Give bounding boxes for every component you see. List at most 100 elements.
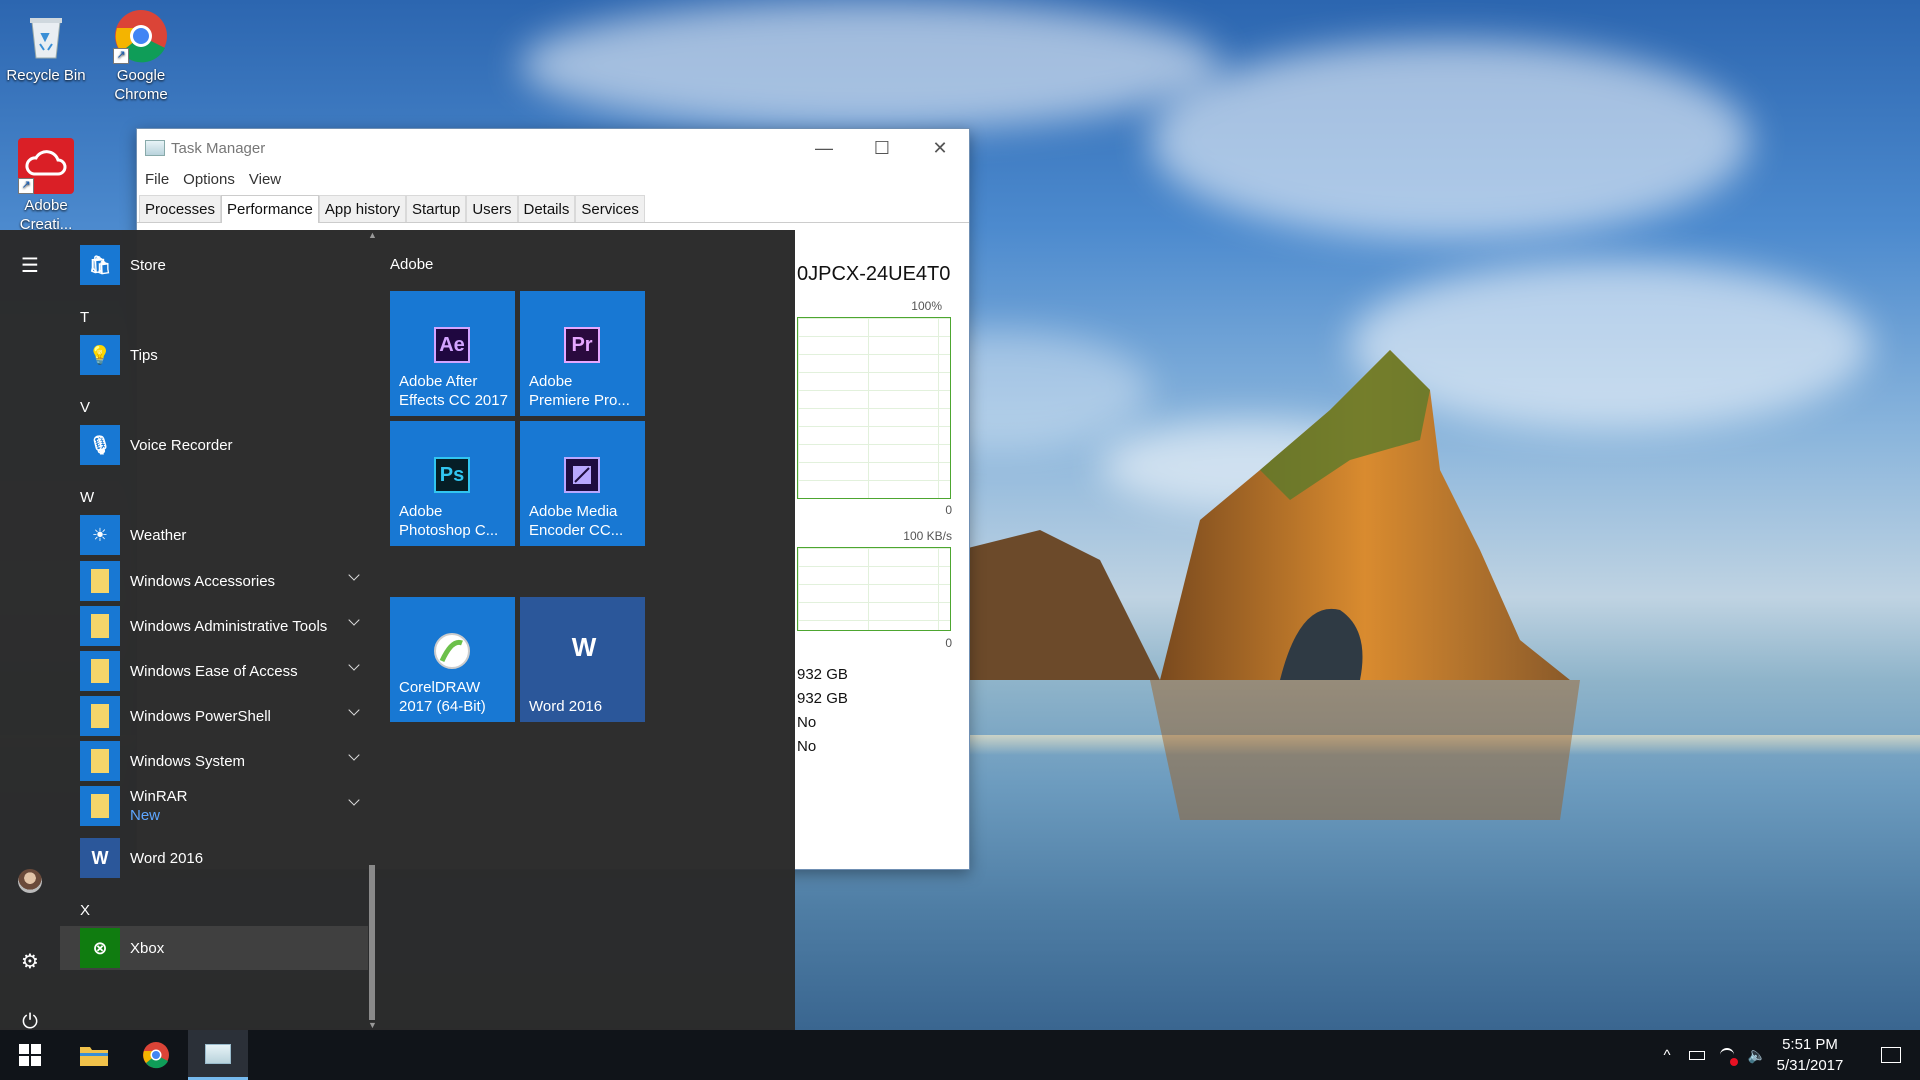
close-button[interactable]: ✕: [911, 129, 969, 167]
app-list-letter-header[interactable]: W: [80, 489, 94, 506]
start-menu[interactable]: ☰ ⚙ ⏻ 🛍 Store T 💡 Tips V 🎙 Voice Recorder W ☀ Weat…: [0, 230, 795, 1033]
app-list-item[interactable]: WinRAR New: [60, 784, 368, 828]
app-list-label: Voice Recorder: [130, 436, 233, 454]
folder-icon: [80, 606, 120, 646]
tab-users[interactable]: Users: [466, 195, 518, 222]
network-disconnected-icon[interactable]: [1712, 1048, 1742, 1066]
menu-options[interactable]: Options: [183, 171, 235, 188]
taskbar-task-manager[interactable]: [188, 1030, 248, 1080]
stat-page-file: No: [797, 738, 817, 755]
settings-gear-icon[interactable]: ⚙: [0, 939, 60, 983]
app-list-letter-header[interactable]: X: [80, 902, 90, 919]
tab-processes[interactable]: Processes: [139, 195, 222, 222]
app-list-item[interactable]: 🎙 Voice Recorder: [60, 423, 368, 467]
tab-services[interactable]: Services: [575, 195, 645, 222]
disk-model-name: 0JPCX-24UE4T0: [797, 263, 951, 285]
avatar: [18, 869, 42, 893]
taskbar-file-explorer[interactable]: [64, 1030, 124, 1080]
tile-label: Adobe: [529, 373, 573, 390]
chevron-down-icon[interactable]: [348, 659, 360, 671]
chevron-down-icon[interactable]: [348, 704, 360, 716]
app-list-item[interactable]: ☀ Weather: [60, 513, 368, 557]
menu-view[interactable]: View: [249, 171, 281, 188]
tile-label: Photoshop C...: [399, 522, 499, 539]
chevron-down-icon[interactable]: [348, 614, 360, 626]
app-list-label: WinRAR: [130, 788, 188, 805]
tile-label: Adobe: [399, 503, 443, 520]
app-list-item[interactable]: ⊗ Xbox: [60, 926, 368, 970]
app-list-item[interactable]: W Word 2016: [60, 836, 368, 880]
title-bar[interactable]: Task Manager — ☐ ✕: [137, 129, 969, 167]
new-badge: New: [130, 807, 161, 824]
app-list-letter-header[interactable]: V: [80, 399, 90, 416]
app-list-item[interactable]: 🛍 Store: [60, 243, 368, 287]
stat-formatted: 932 GB: [797, 690, 848, 707]
app-tile[interactable]: Ae Adobe After Effects CC 2017: [390, 291, 515, 416]
shortcut-arrow-icon: ↗: [113, 48, 129, 64]
maximize-button[interactable]: ☐: [853, 129, 911, 167]
folder-icon: [80, 561, 120, 601]
desktop-icon-label: Recycle Bin: [6, 67, 86, 84]
active-time-graph: [797, 317, 951, 499]
app-list-letter-header[interactable]: T: [80, 309, 89, 326]
desktop-icon-label: Google: [116, 67, 166, 84]
folder-icon: [80, 696, 120, 736]
taskbar-chrome[interactable]: [126, 1030, 186, 1080]
app-list-label: Windows Accessories: [130, 572, 276, 590]
tile-area: Adobe Ae Adobe After Effects CC 2017 Pr Adob…: [376, 230, 795, 1030]
hamburger-menu-icon[interactable]: ☰: [0, 243, 60, 287]
user-avatar[interactable]: [0, 859, 60, 903]
app-tile[interactable]: Pr Adobe Premiere Pro...: [520, 291, 645, 416]
folder-icon: [80, 786, 120, 826]
app-list-item[interactable]: Windows System: [60, 739, 368, 783]
app-list-label: Windows Administrative Tools: [130, 617, 328, 635]
tab-details[interactable]: Details: [517, 195, 576, 222]
folder-icon: [80, 651, 120, 691]
battery-icon[interactable]: [1682, 1050, 1712, 1060]
desktop-icon-creative-cloud[interactable]: ↗ Adobe Creati...: [0, 138, 92, 234]
tile-label: 2017 (64-Bit): [399, 698, 486, 715]
start-button[interactable]: [0, 1030, 60, 1080]
show-hidden-icons-chevron-icon[interactable]: ^: [1652, 1047, 1682, 1064]
creative-cloud-icon: ↗: [18, 138, 74, 194]
desktop-icon-recycle-bin[interactable]: Recycle Bin: [0, 8, 92, 85]
app-tile[interactable]: Adobe Media Encoder CC...: [520, 421, 645, 546]
app-list-scrollbar[interactable]: ▲ ▼: [368, 230, 377, 1030]
folder-icon: [80, 741, 120, 781]
app-list-label: Weather: [130, 526, 187, 544]
minimize-button[interactable]: —: [795, 129, 853, 167]
scrollbar-thumb[interactable]: [369, 865, 375, 1020]
tab-startup[interactable]: Startup: [405, 195, 467, 222]
app-list-item[interactable]: 💡 Tips: [60, 333, 368, 377]
desktop-icon-label: Chrome: [114, 86, 168, 103]
app-tile[interactable]: W Word 2016: [520, 597, 645, 722]
clock[interactable]: 5:51 PM 5/31/2017: [1752, 1030, 1868, 1080]
app-tile[interactable]: CorelDRAW 2017 (64-Bit): [390, 597, 515, 722]
app-list-item[interactable]: Windows PowerShell: [60, 694, 368, 738]
menu-file[interactable]: File: [145, 171, 169, 188]
tab-app-history[interactable]: App history: [318, 195, 406, 222]
app-list: 🛍 Store T 💡 Tips V 🎙 Voice Recorder W ☀ Weather Win…: [60, 230, 368, 1030]
chevron-down-icon[interactable]: [348, 794, 360, 806]
sun-icon: ☀: [80, 515, 120, 555]
app-list-item[interactable]: Windows Ease of Access: [60, 649, 368, 693]
premiere-pro-icon: Pr: [564, 327, 600, 363]
app-tile[interactable]: Ps Adobe Photoshop C...: [390, 421, 515, 546]
tile-label: Word 2016: [529, 698, 603, 715]
tile-group-title[interactable]: Adobe: [390, 256, 433, 273]
app-list-item[interactable]: Windows Administrative Tools: [60, 604, 368, 648]
transfer-rate-graph: [797, 547, 951, 631]
start-rail: ☰ ⚙ ⏻: [0, 230, 60, 1033]
tab-performance[interactable]: Performance: [221, 195, 319, 223]
word-icon: W: [80, 838, 120, 878]
chevron-down-icon[interactable]: [348, 749, 360, 761]
chevron-down-icon[interactable]: [348, 569, 360, 581]
microphone-icon: 🎙: [80, 425, 120, 465]
task-manager-icon: [145, 140, 165, 156]
desktop-icon-chrome[interactable]: ↗ Google Chrome: [95, 8, 187, 104]
action-center-icon[interactable]: [1862, 1030, 1920, 1080]
chrome-icon: [143, 1042, 169, 1069]
recycle-bin-icon: [18, 8, 74, 64]
taskbar: ^ 🔈 5:51 PM 5/31/2017: [0, 1030, 1920, 1080]
app-list-item[interactable]: Windows Accessories: [60, 559, 368, 603]
